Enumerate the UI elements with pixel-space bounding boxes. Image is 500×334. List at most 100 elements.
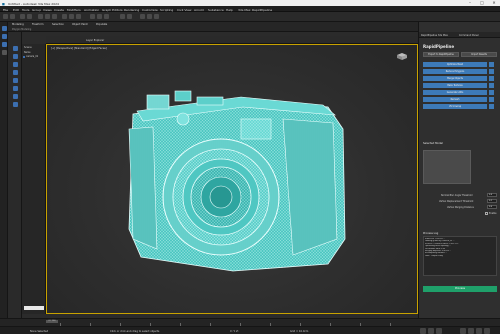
geometry-filter-icon[interactable]: [12, 54, 18, 59]
tree-item[interactable]: camera_01: [26, 55, 38, 58]
enable-checkbox[interactable]: [485, 212, 488, 215]
viewcube-icon[interactable]: [395, 51, 409, 61]
create-tool-icon[interactable]: [1, 34, 7, 39]
undo-icon[interactable]: [3, 14, 8, 19]
select-icon[interactable]: [38, 14, 43, 19]
helper-filter-icon[interactable]: [12, 86, 18, 91]
scene-filter-field[interactable]: [24, 306, 44, 310]
list-item[interactable]: Reduce Polygons: [423, 69, 487, 74]
rotate-icon[interactable]: [69, 14, 74, 19]
play-back-icon[interactable]: [420, 328, 426, 334]
selected-model-title: Selected Model: [423, 142, 443, 145]
menu-tools[interactable]: Tools: [22, 8, 29, 12]
mirror-icon[interactable]: [120, 14, 125, 19]
import-results-button[interactable]: Import Results: [461, 52, 497, 57]
redo-icon[interactable]: [10, 14, 15, 19]
menu-file[interactable]: File: [3, 8, 8, 12]
normal-blur-field[interactable]: 0.5: [487, 193, 497, 197]
field-label: Normal Blur Angle Threshold: [441, 194, 473, 197]
light-filter-icon[interactable]: [12, 70, 18, 75]
perspective-viewport[interactable]: [+] [Perspective] [Standard] [Edged Face…: [46, 44, 418, 314]
play-icon[interactable]: [428, 328, 434, 334]
list-item[interactable]: Bake Textures: [423, 83, 487, 88]
camera-wireframe-model[interactable]: [123, 89, 353, 274]
menu-substance[interactable]: Substance: [208, 8, 224, 12]
process-button[interactable]: Process: [423, 286, 497, 292]
spacewarp-filter-icon[interactable]: [12, 94, 18, 99]
unlink-icon[interactable]: [27, 14, 32, 19]
list-item[interactable]: Remesh: [423, 97, 487, 102]
move-icon[interactable]: [62, 14, 67, 19]
tab-selection[interactable]: Selection: [52, 23, 64, 26]
zoom-icon[interactable]: [460, 328, 466, 334]
list-item[interactable]: Optimize Mesh: [423, 62, 487, 67]
align-icon[interactable]: [127, 14, 132, 19]
pan-icon[interactable]: [468, 328, 474, 334]
edit-icon[interactable]: [489, 104, 494, 109]
process-log: Started at 11:42:03 ... Loading geometry…: [423, 236, 497, 276]
tab-rapidpipeline[interactable]: RapidPipeline 3ds Max: [421, 34, 448, 37]
menu-views[interactable]: Views: [43, 8, 52, 12]
time-slider[interactable]: 0 / 100: [46, 320, 58, 323]
edit-icon[interactable]: [489, 83, 494, 88]
tab-freeform[interactable]: Freeform: [32, 23, 44, 26]
menu-graph-editors[interactable]: Graph Editors: [102, 8, 123, 12]
viewport-label[interactable]: [+] [Perspective] [Standard] [Edged Face…: [51, 47, 107, 50]
shape-filter-icon[interactable]: [12, 62, 18, 67]
material-editor-icon[interactable]: [140, 14, 145, 19]
edit-icon[interactable]: [489, 76, 494, 81]
layer-explorer-label[interactable]: Layer Explorer: [86, 39, 104, 42]
menu-create[interactable]: Create: [54, 8, 64, 12]
list-item[interactable]: Generate LODs: [423, 90, 487, 95]
menu-group[interactable]: Group: [32, 8, 41, 12]
filter-icon[interactable]: [12, 46, 18, 51]
edit-icon[interactable]: [489, 90, 494, 95]
menu-rendering[interactable]: Rendering: [124, 8, 139, 12]
render-setup-icon[interactable]: [147, 14, 152, 19]
rect-select-icon[interactable]: [52, 14, 57, 19]
timeline[interactable]: 0 / 100: [0, 318, 500, 326]
modify-tool-icon[interactable]: [1, 42, 7, 47]
rapidpipeline-panel: RapidPipeline 3ds Max Command Panel Rapi…: [418, 22, 500, 318]
status-bar: None Selected Click or click-and-drag to…: [0, 326, 500, 334]
link-icon[interactable]: [20, 14, 25, 19]
tab-populate[interactable]: Populate: [96, 23, 107, 26]
vertex-merging-field[interactable]: 0.0: [487, 205, 497, 209]
group-filter-icon[interactable]: [12, 102, 18, 107]
tab-command-panel[interactable]: Command Panel: [459, 34, 479, 37]
menu-3dsmax[interactable]: 3ds Max: [238, 8, 251, 12]
hierarchy-icon[interactable]: [1, 50, 7, 55]
menu-modifiers[interactable]: Modifiers: [67, 8, 81, 12]
play-forward-icon[interactable]: [436, 328, 442, 334]
scale-icon[interactable]: [76, 14, 81, 19]
edit-icon[interactable]: [489, 97, 494, 102]
edit-icon[interactable]: [489, 69, 494, 74]
select-tool-icon[interactable]: [1, 26, 7, 31]
snap-icon[interactable]: [90, 14, 95, 19]
angle-snap-icon[interactable]: [97, 14, 102, 19]
camera-filter-icon[interactable]: [12, 78, 18, 83]
scene-toolbar: [8, 32, 22, 318]
export-button[interactable]: Export to RapidPipeline: [423, 52, 459, 57]
menu-customize[interactable]: Customize: [142, 8, 158, 12]
menu-animation[interactable]: Animation: [84, 8, 99, 12]
menu-arnold[interactable]: Arnold: [194, 8, 204, 12]
select-by-name-icon[interactable]: [45, 14, 50, 19]
left-command-bar: [0, 22, 8, 318]
menu-rapidpipeline[interactable]: RapidPipeline: [252, 8, 272, 12]
list-item[interactable]: UV Unwrap: [423, 104, 487, 109]
list-item[interactable]: Merge Objects: [423, 76, 487, 81]
menu-civil-view[interactable]: Civil View: [177, 8, 191, 12]
render-icon[interactable]: [154, 14, 159, 19]
maximize-viewport-icon[interactable]: [484, 328, 490, 334]
scene-explorer: Scene Name camera_01: [22, 44, 46, 314]
menu-edit[interactable]: Edit: [13, 8, 19, 12]
edit-icon[interactable]: [489, 62, 494, 67]
orbit-icon[interactable]: [476, 328, 482, 334]
menu-scripting[interactable]: Scripting: [160, 8, 173, 12]
tab-modeling[interactable]: Modeling: [12, 23, 24, 26]
tab-object-paint[interactable]: Object Paint: [72, 23, 88, 26]
percent-snap-icon[interactable]: [104, 14, 109, 19]
vertex-displacement-field[interactable]: 0.1: [487, 199, 497, 203]
menu-help[interactable]: Help: [226, 8, 233, 12]
